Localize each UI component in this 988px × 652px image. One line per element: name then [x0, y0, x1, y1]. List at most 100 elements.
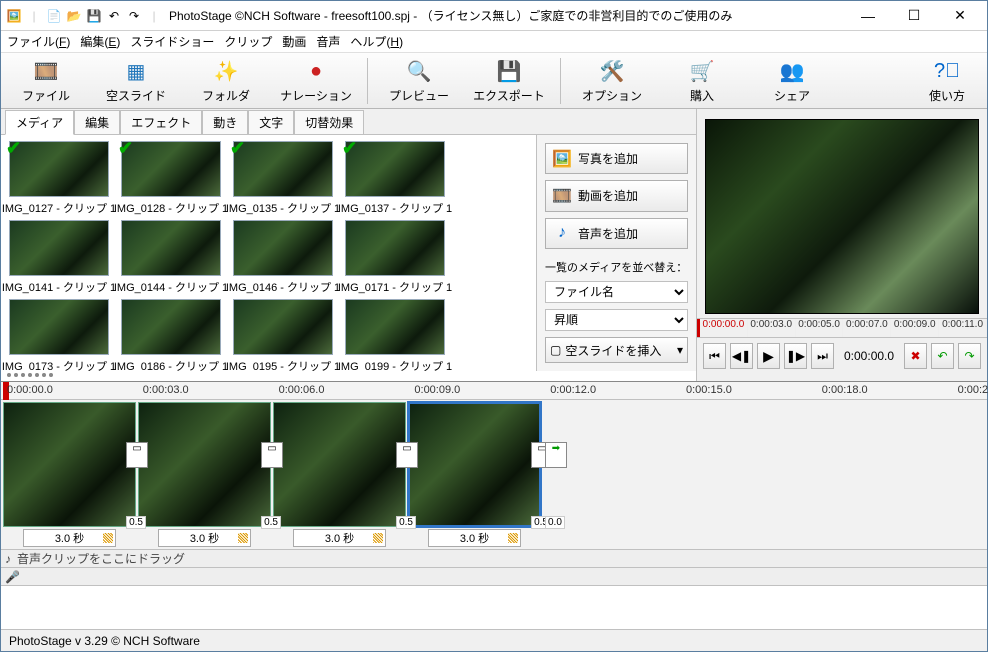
play-button[interactable]: ▶ — [757, 343, 780, 369]
toolbar-options[interactable]: 🛠️オプション — [567, 53, 657, 109]
tab-edit[interactable]: 編集 — [74, 110, 120, 135]
menu-video[interactable]: 動画 — [282, 33, 306, 50]
timeline-clips[interactable]: ▭ 0.5 3.0 秒 ▭ 0.5 3.0 秒 ▭ 0.5 3.0 秒 ▭ 0.… — [1, 400, 987, 550]
end-transition-button[interactable]: ➡ — [545, 442, 567, 468]
timeline-end[interactable]: ➡ 0.0 — [543, 402, 569, 549]
timeline-ruler[interactable]: 0:00:00.00:00:03.00:00:06.00:00:09.00:00… — [1, 382, 987, 400]
add-photo-button[interactable]: 🖼️写真を追加 — [545, 143, 688, 174]
app-icon: 🖼️ — [5, 7, 23, 25]
help-icon: ?⃝ — [933, 57, 961, 85]
media-caption: IMG_0135 - クリップ 1 — [226, 200, 340, 216]
clip-duration[interactable]: 3.0 秒 — [428, 529, 521, 547]
sep: | — [145, 7, 163, 25]
toolbar-export[interactable]: 💾エクスポート — [464, 53, 554, 109]
timeline-clip[interactable]: ▭ 0.5 3.0 秒 — [408, 402, 541, 549]
blank-slide-icon: ▦ — [122, 57, 150, 85]
menu-file[interactable]: ファイル(F) — [7, 33, 70, 50]
audio-hint: 音声クリップをここにドラッグ — [17, 550, 185, 567]
new-icon[interactable]: 📄 — [45, 7, 63, 25]
media-item[interactable]: ✔IMG_0137 - クリップ 1 — [341, 141, 449, 216]
clip-duration[interactable]: 3.0 秒 — [293, 529, 386, 547]
media-actions: 🖼️写真を追加 🎞️動画を追加 ♪音声を追加 一覧のメディアを並べ替え： ファイ… — [536, 135, 696, 371]
toolbar-preview[interactable]: 🔍プレビュー — [374, 53, 464, 109]
tab-transition[interactable]: 切替効果 — [294, 110, 364, 135]
toolbar-file[interactable]: 🎞️ファイル — [1, 53, 91, 109]
media-thumbnail — [233, 299, 333, 355]
window-title: PhotoStage ©NCH Software - freesoft100.s… — [169, 7, 845, 24]
video-icon: 🎞️ — [552, 186, 572, 206]
media-item[interactable]: IMG_0195 - クリップ 1 — [229, 299, 337, 371]
transition-button[interactable]: ▭ — [396, 442, 418, 468]
media-item[interactable]: IMG_0146 - クリップ 1 — [229, 220, 337, 295]
menu-help[interactable]: ヘルプ(H) — [350, 33, 403, 50]
window-controls: — ☐ ✕ — [845, 2, 983, 30]
rotate-left-button[interactable]: ↶ — [931, 343, 954, 369]
close-button[interactable]: ✕ — [937, 2, 983, 30]
open-icon[interactable]: 📂 — [65, 7, 83, 25]
skip-start-button[interactable]: ⏮ — [703, 343, 726, 369]
ruler-mark: 0:00:03.0 — [143, 384, 189, 396]
sort-dir-select[interactable]: 昇順 — [545, 309, 688, 331]
sort-field-select[interactable]: ファイル名 — [545, 281, 688, 303]
media-item[interactable]: ✔IMG_0128 - クリップ 1 — [117, 141, 225, 216]
transition-button[interactable]: ▭ — [261, 442, 283, 468]
media-thumbnail — [9, 220, 109, 276]
add-audio-button[interactable]: ♪音声を追加 — [545, 218, 688, 249]
timeline-clip[interactable]: ▭ 0.5 3.0 秒 — [138, 402, 271, 549]
frame-back-button[interactable]: ◀❚ — [730, 343, 753, 369]
toolbar-buy[interactable]: 🛒購入 — [657, 53, 747, 109]
save-icon[interactable]: 💾 — [85, 7, 103, 25]
clip-duration[interactable]: 3.0 秒 — [23, 529, 116, 547]
insert-blank-button[interactable]: ▢空スライドを挿入▾ — [545, 337, 688, 363]
add-video-button[interactable]: 🎞️動画を追加 — [545, 180, 688, 211]
timeline-clip[interactable]: ▭ 0.5 3.0 秒 — [273, 402, 406, 549]
transition-button[interactable]: ▭ — [126, 442, 148, 468]
sort-label: 一覧のメディアを並べ替え： — [545, 259, 688, 275]
undo-icon[interactable]: ↶ — [105, 7, 123, 25]
ruler-mark: 0:00:15.0 — [686, 384, 732, 396]
check-icon: ✔ — [230, 138, 250, 158]
media-item[interactable]: IMG_0171 - クリップ 1 — [341, 220, 449, 295]
delete-button[interactable]: ✖ — [904, 343, 927, 369]
menu-audio[interactable]: 音声 — [316, 33, 340, 50]
narration-track[interactable]: 🎤 — [1, 568, 987, 586]
end-transition-duration: 0.0 — [545, 516, 565, 529]
media-thumbnail: ✔ — [121, 141, 221, 197]
media-item[interactable]: ✔ IMG_0135 - クリップ 1 — [229, 141, 337, 216]
check-icon: ✔ — [118, 138, 138, 158]
tab-text[interactable]: 文字 — [248, 110, 294, 135]
maximize-button[interactable]: ☐ — [891, 2, 937, 30]
clip-duration[interactable]: 3.0 秒 — [158, 529, 251, 547]
playback-controls: ⏮ ◀❚ ▶ ❚▶ ⏭ 0:00:00.0 ✖ ↶ ↷ — [697, 338, 987, 374]
media-item[interactable]: IMG_0186 - クリップ 1 — [117, 299, 225, 371]
frame-fwd-button[interactable]: ❚▶ — [784, 343, 807, 369]
rotate-right-button[interactable]: ↷ — [958, 343, 981, 369]
menu-edit[interactable]: 編集(E) — [80, 33, 120, 50]
redo-icon[interactable]: ↷ — [125, 7, 143, 25]
media-item[interactable]: ✔IMG_0127 - クリップ 1 — [5, 141, 113, 216]
audio-track[interactable]: ♪ 音声クリップをここにドラッグ — [1, 550, 987, 568]
preview-timeline[interactable]: 0:00:00.00:00:03.00:00:05.00:00:07.00:00… — [697, 318, 987, 338]
quick-access-toolbar: 🖼️ | 📄 📂 💾 ↶ ↷ | — [5, 7, 163, 25]
media-item[interactable]: IMG_0144 - クリップ 1 — [117, 220, 225, 295]
timeline-clip[interactable]: ▭ 0.5 3.0 秒 — [3, 402, 136, 549]
media-item[interactable]: IMG_0199 - クリップ 1 — [341, 299, 449, 371]
toolbar-folder[interactable]: ✨フォルダ — [181, 53, 271, 109]
toolbar-help[interactable]: ?⃝使い方 — [907, 53, 987, 109]
tab-effect[interactable]: エフェクト — [120, 110, 202, 135]
record-icon: ● — [302, 57, 330, 85]
tab-motion[interactable]: 動き — [202, 110, 248, 135]
media-item[interactable]: IMG_0173 - クリップ 1 — [5, 299, 113, 371]
toolbar-narration[interactable]: ●ナレーション — [271, 53, 361, 109]
clip-thumbnail — [408, 402, 541, 527]
media-item[interactable]: IMG_0141 - クリップ 1 — [5, 220, 113, 295]
toolbar-blank-slide[interactable]: ▦空スライド — [91, 53, 181, 109]
media-thumbnail: ✔ — [9, 141, 109, 197]
toolbar-share[interactable]: 👥シェア — [747, 53, 837, 109]
menu-clip[interactable]: クリップ — [224, 33, 272, 50]
skip-end-button[interactable]: ⏭ — [811, 343, 834, 369]
menu-slideshow[interactable]: スライドショー — [130, 33, 214, 50]
media-thumbnail-grid[interactable]: ✔IMG_0127 - クリップ 1✔IMG_0128 - クリップ 1✔IMG… — [1, 135, 536, 371]
tab-media[interactable]: メディア — [5, 110, 74, 135]
minimize-button[interactable]: — — [845, 2, 891, 30]
